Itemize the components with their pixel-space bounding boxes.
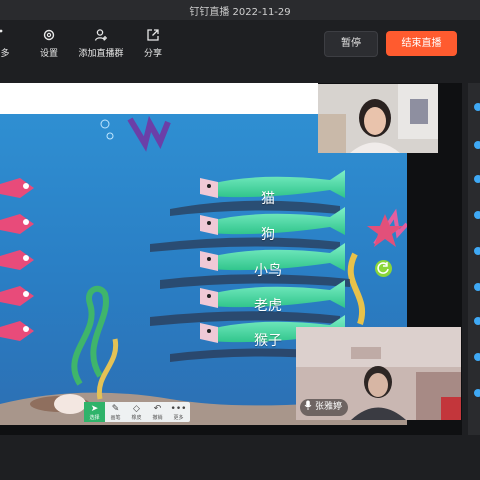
more-button[interactable]: 多 xyxy=(0,28,12,59)
eraser-icon: ◇ xyxy=(133,404,140,414)
more-tool-button[interactable]: ••• 更多 xyxy=(168,402,189,422)
undo-icon: ↶ xyxy=(153,404,162,414)
window-title: 钉钉直播 2022-11-29 xyxy=(189,7,291,18)
more-dots-icon: ••• xyxy=(170,404,187,414)
share-label: 分享 xyxy=(143,49,162,59)
more-icon xyxy=(0,29,3,33)
status-dot-7[interactable] xyxy=(474,317,480,325)
status-dot-3[interactable] xyxy=(474,175,480,183)
select-tool-button[interactable]: ➤ 选择 xyxy=(84,402,105,422)
slide-header-band xyxy=(0,83,318,114)
add-group-label: 添加直播群 xyxy=(78,49,124,59)
status-dot-5[interactable] xyxy=(474,247,480,255)
pause-button[interactable]: 暂停 xyxy=(324,31,378,57)
add-group-button[interactable]: 添加直播群 xyxy=(78,28,124,59)
gear-icon xyxy=(43,29,55,41)
status-dot-6[interactable] xyxy=(474,283,480,291)
end-live-button[interactable]: 结束直播 xyxy=(386,31,457,56)
undo-tool-button[interactable]: ↶ 撤销 xyxy=(147,402,168,422)
live-toolbar: 多 设置 添加直播群 分享 暂停 结束直播 xyxy=(0,20,480,68)
more-label: 多 xyxy=(0,49,10,59)
teacher-video xyxy=(318,84,438,153)
title-bar: 钉钉直播 2022-11-29 xyxy=(0,0,480,20)
pen-icon: ✎ xyxy=(111,404,120,414)
animal-label-dog[interactable]: 狗 xyxy=(238,224,298,244)
share-icon xyxy=(147,29,159,41)
status-dot-4[interactable] xyxy=(474,211,480,219)
share-button[interactable]: 分享 xyxy=(142,28,164,59)
status-dot-9[interactable] xyxy=(474,389,480,397)
teacher-camera-view xyxy=(318,84,438,153)
eraser-tool-button[interactable]: ◇ 橡皮 xyxy=(126,402,147,422)
refresh-icon[interactable] xyxy=(375,260,392,277)
status-dot-2[interactable] xyxy=(474,141,480,149)
microphone-icon xyxy=(304,400,312,410)
settings-label: 设置 xyxy=(39,49,58,59)
animal-label-monkey[interactable]: 猴子 xyxy=(238,330,298,350)
participant-name-tag: 张雅婷 xyxy=(300,399,349,416)
animal-label-tiger[interactable]: 老虎 xyxy=(238,295,298,315)
settings-button[interactable]: 设置 xyxy=(36,28,62,59)
pen-tool-button[interactable]: ✎ 画笔 xyxy=(105,402,126,422)
animal-label-bird[interactable]: 小鸟 xyxy=(238,260,298,280)
status-dot-8[interactable] xyxy=(474,353,480,361)
annotation-toolbar: ➤ 选择 ✎ 画笔 ◇ 橡皮 ↶ 撤销 ••• 更多 xyxy=(84,402,190,422)
status-dot-1[interactable] xyxy=(474,103,480,111)
add-group-icon xyxy=(94,29,107,41)
participant-name: 张雅婷 xyxy=(315,402,343,412)
right-sidebar-strip xyxy=(468,83,480,435)
animal-label-cat[interactable]: 猫 xyxy=(238,188,298,208)
cursor-icon: ➤ xyxy=(90,404,99,414)
